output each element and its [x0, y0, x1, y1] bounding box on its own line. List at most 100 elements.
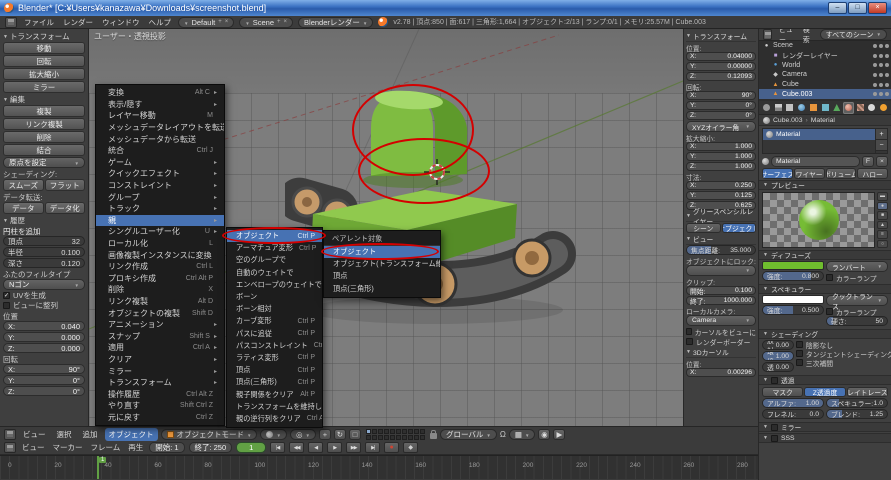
timeline-menu-item[interactable]: フレーム [89, 442, 123, 453]
screen-layout-selector[interactable]: Default + × [178, 17, 234, 28]
grease-pencil-source-button[interactable]: オブジェクト [722, 223, 757, 233]
rotation-axis-field[interactable]: X: 90° [686, 91, 756, 100]
render-toggle-icon[interactable] [885, 83, 889, 87]
cursor-select-icon[interactable] [879, 63, 883, 67]
object-menu-item[interactable]: 適用 Ctrl A ▸ [96, 342, 224, 354]
transparency-mode-button[interactable]: レイトレース [847, 387, 888, 397]
parent-menu-item[interactable]: カーブ変形 Ctrl P [227, 315, 322, 327]
diffuse-intensity-slider[interactable]: 強度: 0.800 [762, 271, 824, 281]
scale-axis-field[interactable]: Y: 1.000 [686, 152, 756, 161]
object-menu-item[interactable]: メッシュデータから転送 [96, 133, 224, 145]
specular-shader-dropdown[interactable]: クックトランス [826, 295, 888, 306]
operator-checkbox[interactable]: ビューに整列 [3, 301, 85, 310]
render-toggle-icon[interactable] [885, 63, 889, 67]
transform-tool-button[interactable]: 移動 [3, 42, 85, 54]
rotation-axis-field[interactable]: Y: 0° [3, 375, 85, 385]
viewport-menu-item[interactable]: 選択 [53, 428, 76, 441]
object-menu-item[interactable]: ローカル化 L [96, 238, 224, 250]
outliner-row[interactable]: レンダーレイヤー [759, 51, 891, 61]
object-menu-item[interactable]: やり直す Shift Ctrl Z [96, 400, 224, 412]
outliner-display-mode[interactable]: すべてのシーン [820, 29, 887, 40]
properties-tab[interactable] [843, 102, 854, 114]
transparency-mode-button[interactable]: マスク [762, 387, 803, 397]
transparency-mode-button[interactable]: Z透過度 [804, 387, 845, 397]
view-option-checkbox[interactable]: レンダーボーダー [686, 337, 756, 346]
object-menu-item[interactable]: アニメーション ▸ [96, 319, 224, 331]
location-axis-field[interactable]: Y: 0.00000 [686, 62, 756, 71]
manipulator-rotate-button[interactable]: ↻ [334, 429, 346, 440]
delete-layout-icon[interactable]: × [225, 19, 229, 25]
object-menu-item[interactable]: クリア ▸ [96, 354, 224, 366]
view-panel-header[interactable]: ▼ ビュー [686, 234, 756, 245]
preview-type-button[interactable] [877, 192, 888, 201]
visibility-toggles[interactable] [873, 83, 889, 87]
editor-type-selector[interactable] [5, 17, 17, 28]
fresnel-slider[interactable]: フレネル: 0.0 [762, 409, 824, 419]
edit-tool-button[interactable]: 削除 [3, 131, 85, 143]
shading-button[interactable]: スムーズ [3, 179, 44, 191]
layer-toggle[interactable] [366, 429, 371, 434]
parent-menu-item[interactable]: パスに追従 Ctrl P [227, 328, 322, 340]
visibility-toggles[interactable] [873, 63, 889, 67]
layer-toggle[interactable] [408, 429, 413, 434]
shading-slider[interactable]: 環境: 1.00 [762, 351, 794, 361]
parent-menu-item[interactable]: ボーン相対 [227, 303, 322, 315]
transform-panel-header[interactable]: ▼ トランスフォーム [686, 31, 756, 42]
eye-icon[interactable] [873, 63, 877, 67]
eye-icon[interactable] [873, 44, 877, 48]
set-parent-option[interactable]: オブジェクト [324, 246, 440, 258]
parent-menu-item[interactable]: ボーン [227, 291, 322, 303]
parent-menu-item[interactable]: 頂点 Ctrl P [227, 364, 322, 376]
timeline-menu-item[interactable]: ビュー [20, 442, 47, 453]
cursor-select-icon[interactable] [879, 92, 883, 96]
top-menu-item[interactable]: レンダー [61, 17, 95, 28]
render-engine-selector[interactable]: Blenderレンダー [298, 17, 373, 28]
properties-tab[interactable] [820, 102, 831, 114]
viewport-menu-item[interactable]: ビュー [19, 428, 50, 441]
operator-checkbox[interactable]: UVを生成 [3, 291, 85, 300]
parent-menu-item[interactable]: アーマチュア変形 Ctrl P [227, 242, 322, 254]
properties-tab[interactable] [761, 102, 772, 114]
operator-number-field[interactable]: 半径 0.100 [3, 247, 85, 257]
object-menu-item[interactable]: リンク複製 Alt D [96, 296, 224, 308]
opengl-render-button[interactable]: ◉ [538, 429, 550, 440]
layer-toggle[interactable] [402, 429, 407, 434]
outliner-editor-selector[interactable] [763, 29, 772, 40]
layer-toggle[interactable] [396, 429, 401, 434]
delete-scene-icon[interactable]: × [284, 19, 288, 25]
visibility-toggles[interactable] [873, 54, 889, 58]
opengl-render-anim-button[interactable]: ▶ [553, 429, 565, 440]
alpha-slider[interactable]: アルファ: 1.00 [762, 398, 824, 408]
top-menu-item[interactable]: ヘルプ [147, 17, 174, 28]
transport-button[interactable] [308, 442, 323, 453]
grease-pencil-panel-header[interactable]: ▼ グリースペンシルレイヤー [686, 211, 756, 222]
object-menu-item[interactable]: オブジェクトの複製 Shift D [96, 307, 224, 319]
object-menu-item[interactable]: ミラー ▸ [96, 365, 224, 377]
preview-type-button[interactable] [877, 202, 888, 211]
set-parent-option[interactable]: 頂点(三角形) [324, 283, 440, 295]
add-scene-icon[interactable]: + [277, 19, 281, 25]
local-camera-field[interactable]: Camera [686, 315, 756, 326]
object-menu-item[interactable]: 削除 X [96, 284, 224, 296]
layer-toggle[interactable] [414, 435, 419, 440]
diffuse-shader-dropdown[interactable]: ランバート [826, 261, 888, 272]
edit-panel-header[interactable]: ▼ 編集 [3, 94, 85, 105]
transport-button[interactable] [327, 442, 342, 453]
data-transfer-button[interactable]: データ [3, 202, 44, 214]
parent-menu-item[interactable]: ラティス変形 Ctrl P [227, 352, 322, 364]
preview-type-button[interactable] [877, 211, 888, 220]
visibility-toggles[interactable] [873, 92, 889, 96]
object-menu-item[interactable]: 統合 Ctrl J [96, 145, 224, 157]
object-menu-item[interactable]: スナップ Shift S ▸ [96, 330, 224, 342]
snap-element-selector[interactable]: ▦ [509, 429, 536, 440]
object-menu-item[interactable]: コンストレイント ▸ [96, 180, 224, 192]
location-axis-field[interactable]: X: 0.040 [3, 321, 85, 331]
material-type-button[interactable]: サーフェス [762, 168, 793, 179]
diffuse-ramp-checkbox[interactable]: カラーランプ [826, 273, 888, 282]
parent-menu-item[interactable]: 自動のウェイトで [227, 267, 322, 279]
object-menu-item[interactable]: ゲーム ▸ [96, 157, 224, 169]
eye-icon[interactable] [873, 73, 877, 77]
rotation-mode-dropdown[interactable]: XYZオイラー角 [686, 121, 756, 132]
material-slot[interactable]: Material [763, 129, 875, 140]
breadcrumb-object[interactable]: Cube.003 [773, 117, 802, 124]
